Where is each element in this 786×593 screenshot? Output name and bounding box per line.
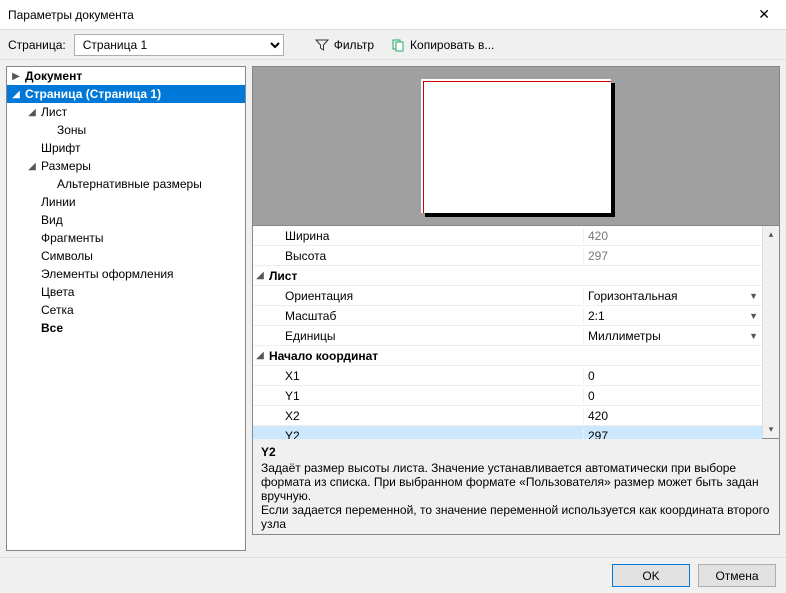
tree-item-sheet[interactable]: ◢Лист <box>7 103 245 121</box>
chevron-down-icon: ◢ <box>25 107 39 118</box>
tree-item-alt-sizes[interactable]: Альтернативные размеры <box>7 175 245 193</box>
page-select[interactable]: Страница 1 <box>74 34 284 56</box>
copy-icon <box>390 37 406 53</box>
scroll-up-icon[interactable]: ▴ <box>763 226 779 243</box>
tree-item-font[interactable]: Шрифт <box>7 139 245 157</box>
desc-title: Y2 <box>261 445 771 459</box>
prop-group-origin[interactable]: ◢Начало координат <box>253 346 762 366</box>
tree-panel: ▶Документ ◢Страница (Страница 1) ◢Лист З… <box>6 66 246 551</box>
right-panel: Ширина420 Высота297 ◢Лист ОриентацияГори… <box>252 66 780 551</box>
window-title: Параметры документа <box>8 8 750 22</box>
tree-item-symbols[interactable]: Символы <box>7 247 245 265</box>
desc-body2: Если задается переменной, то значение пе… <box>261 503 771 531</box>
property-grid: Ширина420 Высота297 ◢Лист ОриентацияГори… <box>253 226 762 438</box>
filter-button[interactable]: Фильтр <box>310 35 378 55</box>
prop-height[interactable]: Высота297 <box>253 246 762 266</box>
tree-item-colors[interactable]: Цвета <box>7 283 245 301</box>
scroll-down-icon[interactable]: ▾ <box>763 421 779 438</box>
tree-item-view[interactable]: Вид <box>7 211 245 229</box>
prop-x2[interactable]: X2420 <box>253 406 762 426</box>
tree-item-lines[interactable]: Линии <box>7 193 245 211</box>
chevron-down-icon: ◢ <box>25 161 39 172</box>
tree-item-zones[interactable]: Зоны <box>7 121 245 139</box>
tree-item-grid[interactable]: Сетка <box>7 301 245 319</box>
ok-button[interactable]: OK <box>612 564 690 587</box>
prop-scale[interactable]: Масштаб2:1▼ <box>253 306 762 326</box>
chevron-down-icon: ▼ <box>749 291 758 301</box>
prop-width[interactable]: Ширина420 <box>253 226 762 246</box>
copy-to-label: Копировать в... <box>410 38 494 52</box>
titlebar: Параметры документа ✕ <box>0 0 786 30</box>
copy-to-button[interactable]: Копировать в... <box>386 35 498 55</box>
chevron-down-icon: ◢ <box>9 89 23 100</box>
footer: OK Отмена <box>0 557 786 593</box>
close-icon[interactable]: ✕ <box>750 2 778 27</box>
desc-body: Задаёт размер высоты листа. Значение уст… <box>261 461 771 503</box>
tree-item-all[interactable]: Все <box>7 319 245 337</box>
content: ▶Документ ◢Страница (Страница 1) ◢Лист З… <box>0 60 786 557</box>
prop-orientation[interactable]: ОриентацияГоризонтальная▼ <box>253 286 762 306</box>
chevron-down-icon: ▼ <box>749 331 758 341</box>
tree-item-page[interactable]: ◢Страница (Страница 1) <box>7 85 245 103</box>
filter-icon <box>314 37 330 53</box>
prop-units[interactable]: ЕдиницыМиллиметры▼ <box>253 326 762 346</box>
cancel-button[interactable]: Отмена <box>698 564 776 587</box>
chevron-down-icon: ◢ <box>253 350 267 361</box>
prop-group-sheet[interactable]: ◢Лист <box>253 266 762 286</box>
tree-item-design-elements[interactable]: Элементы оформления <box>7 265 245 283</box>
filter-label: Фильтр <box>334 38 374 52</box>
page-label: Страница: <box>8 38 66 52</box>
prop-y1[interactable]: Y10 <box>253 386 762 406</box>
toolbar: Страница: Страница 1 Фильтр Копировать в… <box>0 30 786 60</box>
chevron-right-icon: ▶ <box>9 71 23 82</box>
tree-item-fragments[interactable]: Фрагменты <box>7 229 245 247</box>
property-area: Ширина420 Высота297 ◢Лист ОриентацияГори… <box>252 226 780 439</box>
chevron-down-icon: ◢ <box>253 270 267 281</box>
sheet-preview <box>421 79 611 213</box>
tree-item-sizes[interactable]: ◢Размеры <box>7 157 245 175</box>
tree-item-document[interactable]: ▶Документ <box>7 67 245 85</box>
preview-area <box>252 66 780 226</box>
chevron-down-icon: ▼ <box>749 311 758 321</box>
prop-x1[interactable]: X10 <box>253 366 762 386</box>
vertical-scrollbar[interactable]: ▴ ▾ <box>762 226 779 438</box>
description-panel: Y2 Задаёт размер высоты листа. Значение … <box>252 439 780 535</box>
